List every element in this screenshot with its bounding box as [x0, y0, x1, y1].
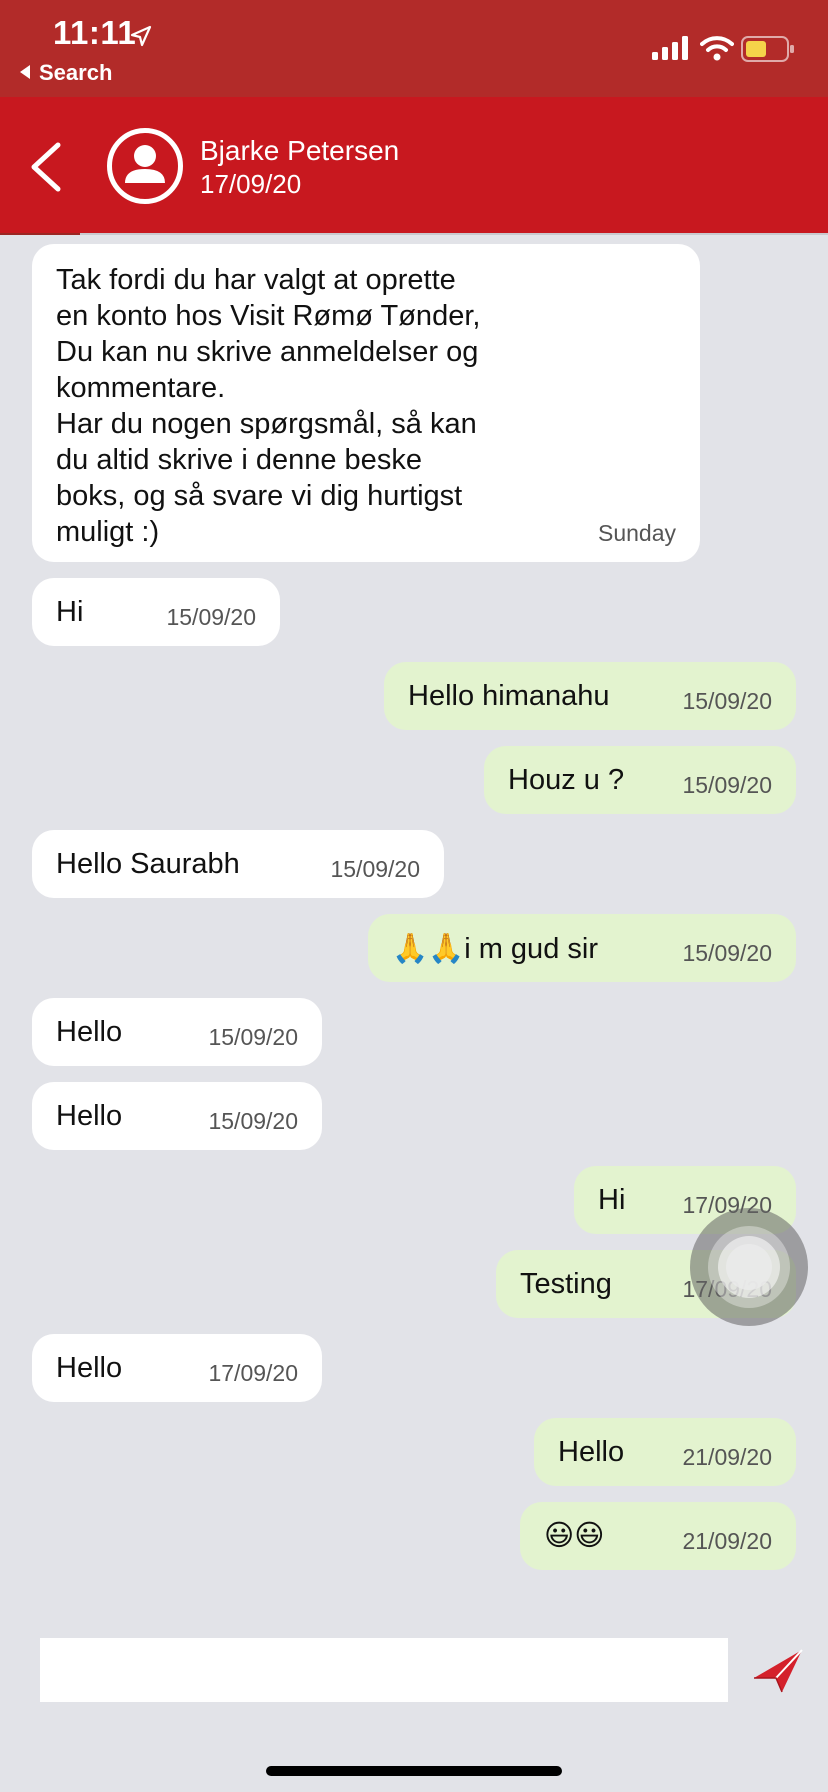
back-to-search-label: Search	[39, 60, 113, 85]
message-bubble-outgoing: Hello 21/09/20	[534, 1418, 796, 1486]
message-text: Hello himanahu	[408, 680, 610, 712]
message-text: 😃😃	[544, 1520, 605, 1552]
contact-date: 17/09/20	[200, 169, 302, 199]
back-to-search-link[interactable]: Search	[20, 60, 112, 86]
message-time: 15/09/20	[682, 940, 772, 966]
message-text: Houz u ?	[508, 764, 625, 796]
location-arrow-icon	[130, 25, 152, 47]
message-time: 15/09/20	[682, 772, 772, 798]
message-text: Hi	[56, 596, 84, 628]
status-bar: 11:11 Search	[0, 0, 828, 97]
chat-header: Bjarke Petersen 17/09/20	[0, 97, 828, 234]
assistive-touch-button[interactable]	[690, 1208, 808, 1326]
message-text: Tak fordi du har valgt at oprette en kon…	[56, 264, 481, 548]
message-time: 21/09/20	[682, 1528, 772, 1554]
message-text: Hello	[558, 1436, 625, 1468]
assistive-touch-ring-inner	[726, 1244, 772, 1290]
message-time: 17/09/20	[208, 1360, 298, 1386]
message-text: Hello	[56, 1016, 123, 1048]
message-bubble-incoming: Hello 17/09/20	[32, 1334, 322, 1402]
message-time: 21/09/20	[682, 1444, 772, 1470]
battery-low-icon	[741, 36, 794, 62]
message-text: Hello	[56, 1100, 123, 1132]
message-time: 15/09/20	[208, 1108, 298, 1134]
chevron-left-icon[interactable]	[28, 141, 64, 193]
message-bubble-outgoing: 😃😃 21/09/20	[520, 1502, 796, 1570]
message-bubble-incoming: Hello Saurabh 15/09/20	[32, 830, 444, 898]
message-bubble-outgoing: Houz u ? 15/09/20	[484, 746, 796, 814]
paper-plane-send-icon[interactable]	[752, 1648, 804, 1694]
message-input[interactable]	[40, 1638, 728, 1702]
message-text: Hello	[56, 1352, 123, 1384]
user-circle-icon[interactable]	[106, 127, 184, 205]
contact-name: Bjarke Petersen	[200, 135, 400, 166]
header-divider-accent	[0, 233, 80, 235]
message-text: Testing	[520, 1268, 612, 1300]
message-text: Hi	[598, 1184, 626, 1216]
wifi-icon	[700, 36, 734, 61]
status-time: 11:11	[53, 14, 137, 51]
cellular-signal-icon	[652, 36, 688, 60]
message-bubble-incoming: Tak fordi du har valgt at oprette en kon…	[32, 244, 700, 562]
message-bubble-outgoing: 🙏🙏i m gud sir 15/09/20	[368, 914, 796, 982]
home-indicator[interactable]	[266, 1766, 562, 1776]
message-text: Hello Saurabh	[56, 848, 240, 880]
message-time: 15/09/20	[208, 1024, 298, 1050]
header-divider	[0, 233, 828, 235]
message-time: 15/09/20	[330, 856, 420, 882]
message-time: Sunday	[597, 520, 676, 546]
back-triangle-icon	[20, 65, 30, 79]
message-bubble-incoming: Hello 15/09/20	[32, 998, 322, 1066]
message-time: 15/09/20	[682, 688, 772, 714]
message-time: 15/09/20	[166, 604, 256, 630]
message-text: 🙏🙏i m gud sir	[392, 933, 598, 965]
message-bubble-incoming: Hello 15/09/20	[32, 1082, 322, 1150]
message-bubble-outgoing: Hello himanahu 15/09/20	[384, 662, 796, 730]
message-bubble-incoming: Hi 15/09/20	[32, 578, 280, 646]
